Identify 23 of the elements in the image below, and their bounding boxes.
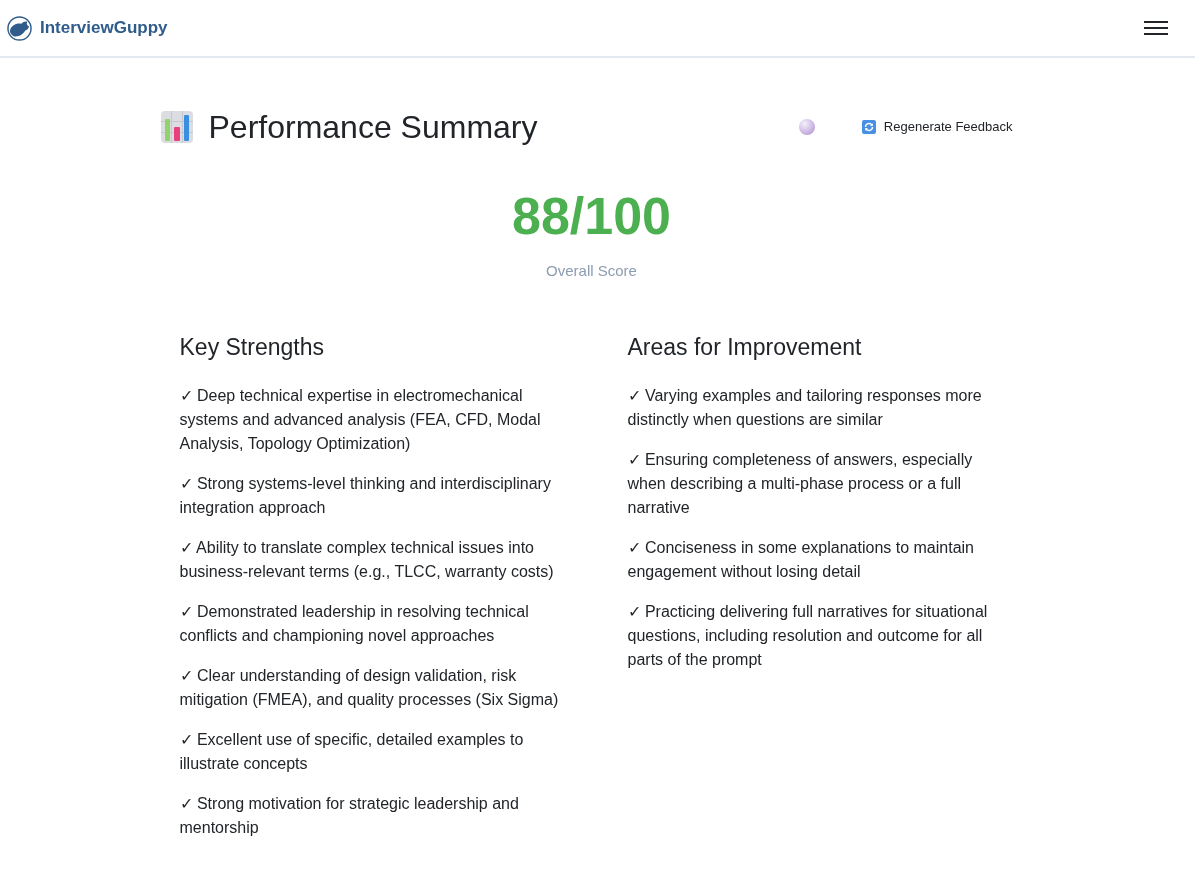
improvement-item: ✓ Ensuring completeness of answers, especially when describing a multi-phase process or a full narrative	[627, 449, 974, 518]
strength-item: ✓ Ability to translate complex technical issues into business-relevant terms (e.g., TLCC, warranty costs)	[179, 537, 555, 582]
strength-item: ✓ Excellent use of specific, detailed examples to illustrate concepts	[179, 729, 525, 774]
fish-logo-icon	[7, 15, 32, 41]
bar-chart-icon	[160, 111, 193, 144]
improvement-item: ✓ Varying examples and tailoring responses more distinctly when questions are similar	[627, 385, 983, 430]
improvement-item: ✓ Conciseness in some explanations to maintain engagement without losing detail	[627, 537, 975, 582]
strength-item: ✓ Strong systems-level thinking and interdisciplinary integration approach	[179, 473, 552, 518]
section-heading: Key Strengths	[179, 334, 325, 362]
menu-icon	[1144, 21, 1168, 35]
score-label: Overall Score	[545, 260, 638, 281]
section-heading: Areas for Improvement	[627, 334, 863, 362]
strength-item: ✓ Deep technical expertise in electromechanical systems and advanced analysis (FEA, CFD, Modal Analysis, Topology Optimization)	[179, 385, 542, 454]
refresh-icon	[861, 120, 876, 135]
strength-item: ✓ Demonstrated leadership in resolving technical conflicts and championing novel approaches	[179, 601, 530, 646]
strength-item: ✓ Clear understanding of design validation, risk mitigation (FMEA), and quality processes (Six Sigma)	[179, 665, 560, 710]
page-title: Performance Summary	[208, 108, 538, 147]
strength-item: ✓ Strong motivation for strategic leadership and mentorship	[179, 793, 520, 838]
improvement-item: ✓ Practicing delivering full narratives for situational questions, including resolution and outcome for all parts of the prompt	[627, 601, 989, 670]
brand-link[interactable]: InterviewGuppy	[7, 15, 168, 41]
sphere-icon	[798, 119, 815, 136]
regenerate-feedback-button[interactable]: Regenerate Feedback	[861, 117, 1013, 137]
score-value: 88/100	[510, 188, 672, 246]
